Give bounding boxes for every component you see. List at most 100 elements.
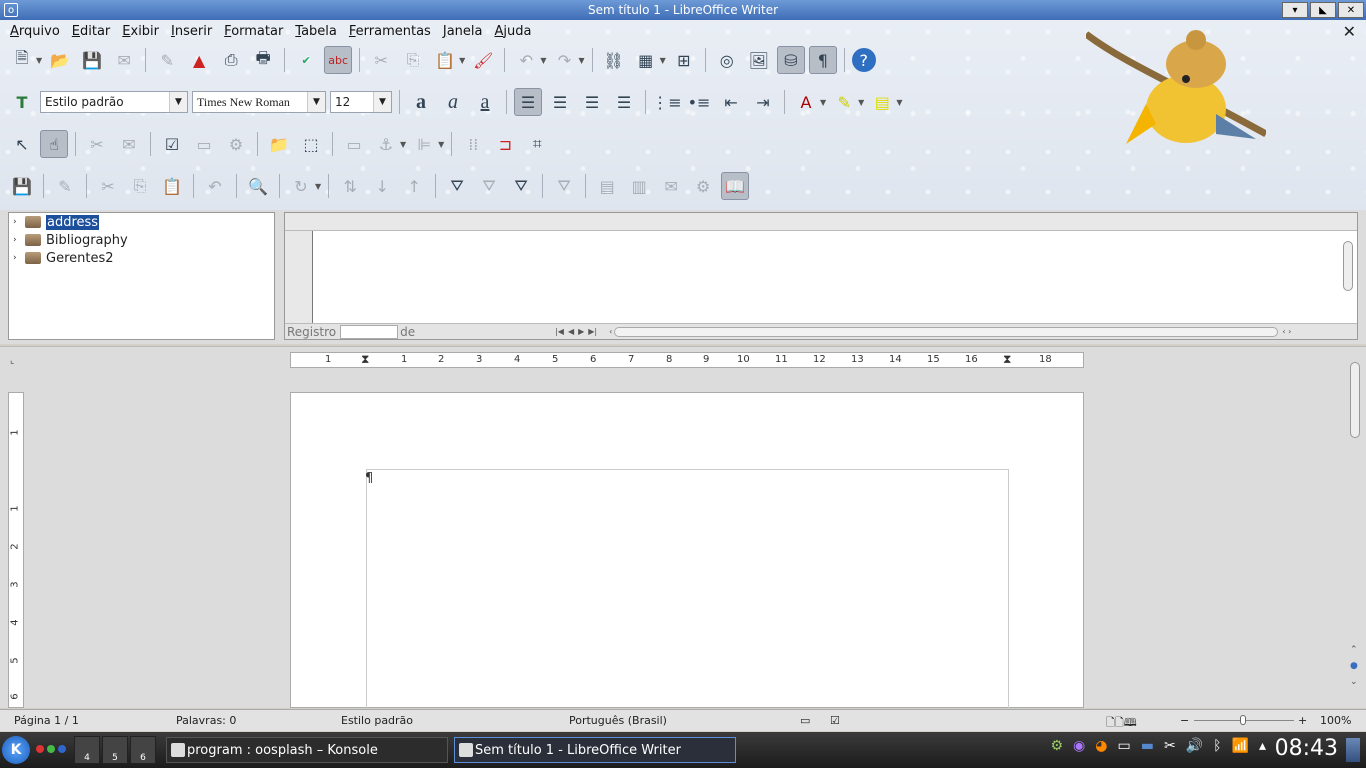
language[interactable]: Português (Brasil): [569, 714, 667, 727]
sort-icon[interactable]: ⇅: [336, 172, 364, 200]
snap-to-grid-icon[interactable]: ⊐: [491, 130, 519, 158]
menu-inserir[interactable]: Inserir: [165, 24, 218, 39]
page-style[interactable]: Estilo padrão: [341, 714, 413, 727]
virtual-desktop[interactable]: 4: [74, 736, 100, 764]
cut-icon[interactable]: ✂: [94, 172, 122, 200]
chevron-down-icon[interactable]: ▼: [540, 56, 546, 65]
wifi-icon[interactable]: 📶: [1232, 738, 1249, 754]
gallery-icon[interactable]: 🖼: [745, 46, 773, 74]
chevron-right-icon[interactable]: ›: [13, 235, 25, 245]
undo-icon[interactable]: ↶: [201, 172, 229, 200]
anchor-icon[interactable]: ⚓: [372, 130, 400, 158]
align-left-icon[interactable]: ☰: [514, 88, 542, 116]
task-writer[interactable]: Sem título 1 - LibreOffice Writer: [454, 737, 736, 763]
new-document-icon[interactable]: 🗎: [8, 46, 36, 74]
volume-icon[interactable]: 🔊: [1186, 738, 1203, 754]
close-document-icon[interactable]: ✕: [1343, 22, 1356, 41]
menu-editar[interactable]: Editar: [66, 24, 117, 39]
select-pointer-icon[interactable]: ↖: [8, 130, 36, 158]
undo-icon[interactable]: ↶: [512, 46, 540, 74]
document-vertical-scrollbar[interactable]: ⌃ ● ⌄: [1350, 352, 1362, 706]
italic-icon[interactable]: a: [439, 88, 467, 116]
view-layout-icon[interactable]: 🗋🗋🕮: [1106, 714, 1137, 733]
copy-icon[interactable]: ⎘: [126, 172, 154, 200]
open-folder-icon[interactable]: 📂: [46, 46, 74, 74]
show-draw-functions-icon[interactable]: ⊞: [670, 46, 698, 74]
virtual-desktop[interactable]: 5: [102, 736, 128, 764]
edit-data-icon[interactable]: ✎: [51, 172, 79, 200]
app-launcher-icon[interactable]: ◉: [1073, 738, 1085, 754]
design-mode-icon[interactable]: ☝: [40, 130, 68, 158]
form-design-icon[interactable]: ☑: [158, 130, 186, 158]
find-record-icon[interactable]: 🔍: [244, 172, 272, 200]
clipboard-icon[interactable]: ✂: [1164, 738, 1176, 754]
previous-page-icon[interactable]: ⌃: [1350, 642, 1358, 658]
underline-icon[interactable]: a: [471, 88, 499, 116]
maximize-button[interactable]: ◣: [1310, 2, 1336, 18]
chevron-down-icon[interactable]: ▼: [459, 56, 465, 65]
data-grid[interactable]: Registro de |◀ ◀ ▶ ▶| ‹ ‹ ›: [284, 212, 1358, 340]
tab-order-icon[interactable]: ▭: [190, 130, 218, 158]
grid-horizontal-scrollbar[interactable]: [614, 326, 1279, 337]
font-size-combo[interactable]: 12 ▼: [330, 91, 392, 113]
autofilter-icon[interactable]: ⛛: [443, 172, 471, 200]
menu-ferramentas[interactable]: Ferramentas: [343, 24, 437, 39]
increase-indent-icon[interactable]: ⇥: [749, 88, 777, 116]
activity-dots[interactable]: [36, 745, 66, 753]
chevron-down-icon[interactable]: ▼: [169, 92, 187, 112]
sort-ascending-icon[interactable]: ↓: [368, 172, 396, 200]
refresh-icon[interactable]: ↻: [287, 172, 315, 200]
bullets-icon[interactable]: •≡: [685, 88, 713, 116]
document-page[interactable]: ¶: [290, 392, 1084, 709]
update-notifier-icon[interactable]: ⚙: [1050, 738, 1063, 754]
close-window-button[interactable]: ✕: [1338, 2, 1364, 18]
save-icon[interactable]: 💾: [78, 46, 106, 74]
copy-icon[interactable]: ⎘: [399, 46, 427, 74]
sort-descending-icon[interactable]: ↑: [400, 172, 428, 200]
kde-menu-icon[interactable]: K: [2, 736, 30, 764]
display-icon[interactable]: ▬: [1141, 738, 1154, 754]
background-color-icon[interactable]: ▤: [868, 88, 896, 116]
scroll-left-icon[interactable]: ‹: [609, 327, 612, 336]
table-icon[interactable]: ▦: [632, 46, 660, 74]
zoom-out-icon[interactable]: −: [1180, 714, 1189, 727]
zoom-level[interactable]: 100%: [1320, 714, 1351, 727]
standard-filter-icon[interactable]: ⛛: [507, 172, 535, 200]
autospellcheck-icon[interactable]: abc: [324, 46, 353, 74]
scroll-right-icon[interactable]: ‹ ›: [1282, 327, 1291, 336]
save-record-icon[interactable]: 💾: [8, 172, 36, 200]
chevron-down-icon[interactable]: ▼: [896, 98, 902, 107]
print-preview-icon[interactable]: 🖶: [249, 46, 277, 74]
data-to-fields-icon[interactable]: ▥: [625, 172, 653, 200]
menu-ajuda[interactable]: Ajuda: [488, 24, 537, 39]
email-icon[interactable]: ✉: [110, 46, 138, 74]
redo-icon[interactable]: ↷: [550, 46, 578, 74]
highlighting-icon[interactable]: ✎: [830, 88, 858, 116]
chevron-down-icon[interactable]: ▼: [858, 98, 864, 107]
font-name-combo[interactable]: Times New Roman ▼: [192, 91, 326, 113]
align-center-icon[interactable]: ☰: [546, 88, 574, 116]
formatting-marks-icon[interactable]: ¶: [808, 46, 837, 74]
clone-format-icon[interactable]: 🖌: [469, 46, 497, 74]
tree-item[interactable]: › address: [9, 213, 274, 231]
chevron-right-icon[interactable]: ›: [13, 217, 25, 227]
minimize-button[interactable]: ▾: [1282, 2, 1308, 18]
chevron-down-icon[interactable]: ▼: [578, 56, 584, 65]
form-properties-icon[interactable]: ✉: [115, 130, 143, 158]
insert-mode-icon[interactable]: ▭: [800, 714, 810, 727]
chevron-down-icon[interactable]: ▼: [373, 92, 391, 112]
data-source-current-icon[interactable]: ⚙: [689, 172, 717, 200]
virtual-desktop[interactable]: 6: [130, 736, 156, 764]
firefox-icon[interactable]: ◕: [1095, 738, 1107, 754]
explorer-toggle-icon[interactable]: 📖: [721, 172, 750, 200]
show-desktop-button[interactable]: [1346, 738, 1360, 762]
chevron-down-icon[interactable]: ▼: [820, 98, 826, 107]
tree-item[interactable]: › Bibliography: [9, 231, 274, 249]
help-icon[interactable]: ?: [851, 48, 876, 72]
menu-arquivo[interactable]: Arquivo: [4, 24, 66, 39]
horizontal-ruler[interactable]: 1 ⧗ 1 2 3 4 5 6 7 8 9 10 11 12 13 14 15 …: [290, 352, 1084, 368]
spellcheck-icon[interactable]: ✔: [292, 46, 320, 74]
window-menu-icon[interactable]: o: [4, 3, 18, 17]
align-right-icon[interactable]: ☰: [578, 88, 606, 116]
chevron-down-icon[interactable]: ▼: [660, 56, 666, 65]
